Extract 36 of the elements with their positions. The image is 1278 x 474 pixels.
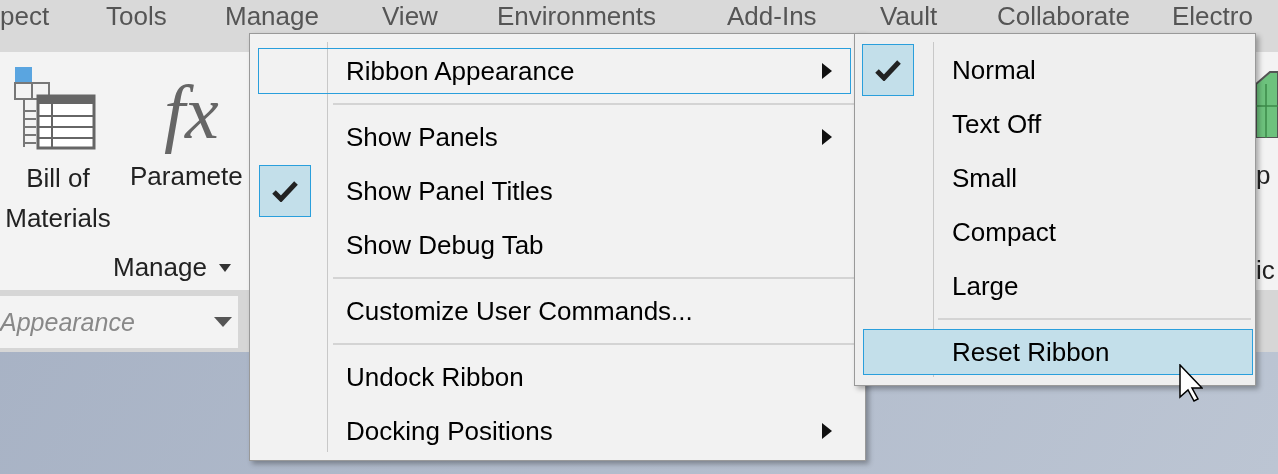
ribbon-tab[interactable]: Tools	[106, 1, 167, 33]
menu-item[interactable]: Text Off	[863, 101, 1253, 147]
menu-item[interactable]: Undock Ribbon	[258, 354, 851, 400]
ribbon-tab[interactable]: Environments	[497, 1, 656, 33]
parameters-button[interactable]: fx Paramete	[130, 52, 243, 196]
ribbon-tab[interactable]: View	[382, 1, 438, 33]
ribbon-tab[interactable]: Collaborate	[997, 1, 1130, 33]
caret-icon[interactable]	[214, 317, 232, 327]
ribbon-tab[interactable]: pect	[0, 1, 50, 33]
menu-item[interactable]: Small	[863, 155, 1253, 201]
menu-item[interactable]: Show Debug Tab	[258, 222, 851, 268]
menu-item[interactable]: Customize User Commands...	[258, 288, 851, 334]
part-icon[interactable]	[1256, 70, 1278, 138]
button-label: Materials	[5, 202, 111, 235]
menu-item[interactable]: Large	[863, 263, 1253, 309]
table-icon	[14, 66, 96, 150]
ribbon-tab[interactable]: Add-Ins	[727, 1, 817, 33]
menu-item[interactable]: Show Panels	[258, 114, 851, 160]
menu-item[interactable]: Compact	[863, 209, 1253, 255]
ribbon-tab[interactable]: Manage	[225, 1, 319, 33]
menu-item[interactable]: Normal	[863, 47, 1253, 93]
ribbon-tab[interactable]: Electro	[1172, 1, 1253, 33]
button-label: p	[1256, 160, 1271, 191]
menu-item[interactable]: Show Panel Titles	[258, 168, 851, 214]
caret-icon[interactable]	[218, 263, 231, 272]
panel-title: ic	[1256, 255, 1275, 286]
function-icon: fx	[164, 72, 219, 152]
button-label: Bill of	[26, 162, 90, 195]
ribbon-tab[interactable]: Vault	[880, 1, 938, 33]
panel-title: Manage	[113, 252, 207, 283]
menu-item[interactable]: Reset Ribbon	[863, 329, 1253, 375]
button-label: Paramete	[130, 160, 243, 193]
menu-item[interactable]: Ribbon Appearance	[258, 48, 851, 94]
bill-of-materials-button[interactable]: Bill of Materials	[0, 52, 116, 238]
menu-item[interactable]: Docking Positions	[258, 408, 851, 454]
cursor-icon	[1179, 364, 1203, 402]
